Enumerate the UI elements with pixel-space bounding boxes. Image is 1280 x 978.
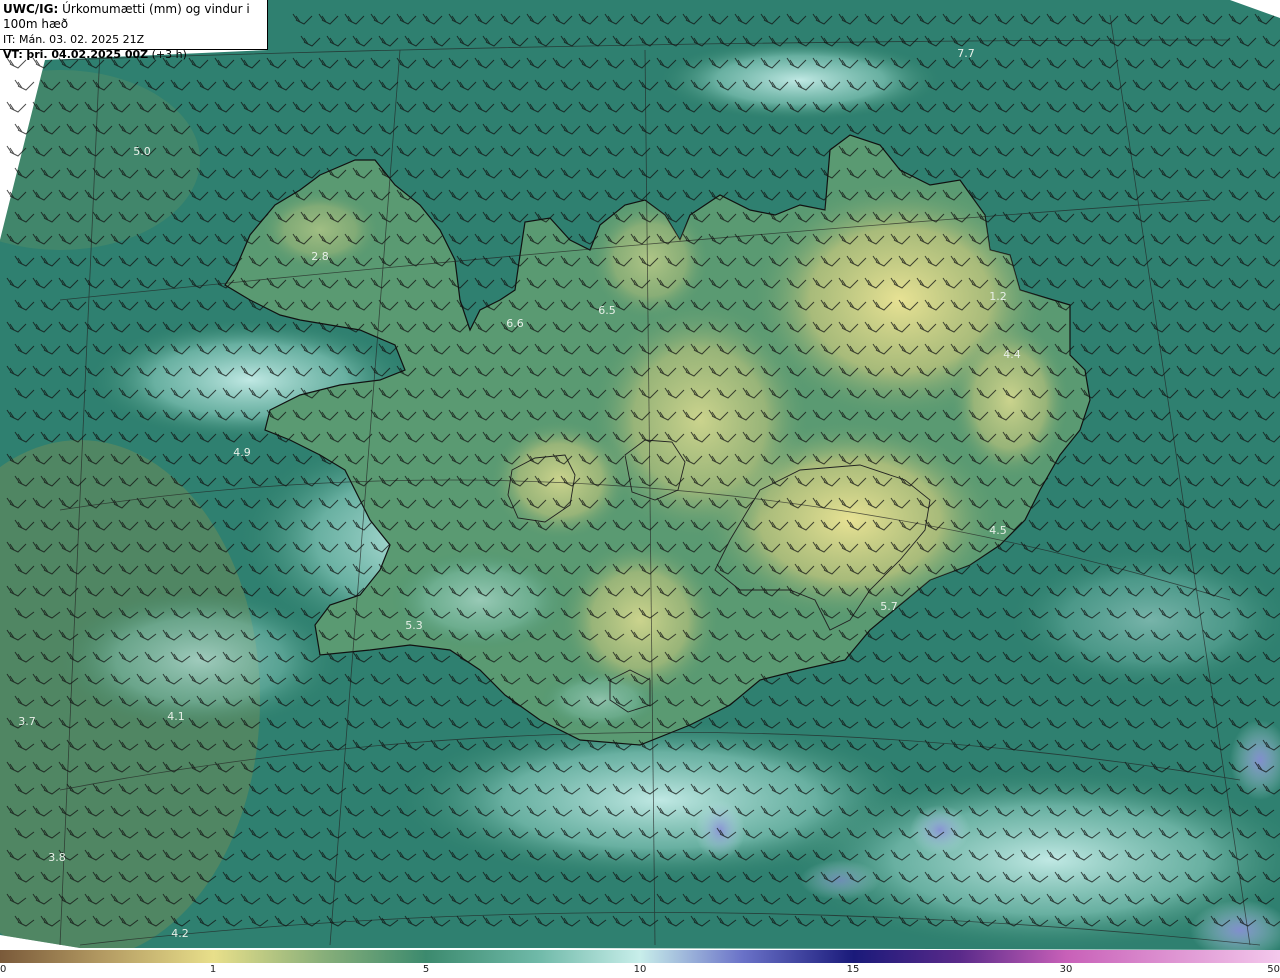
colorbar-tick-label: 10 [633,964,647,975]
station-value-label: 3.8 [48,851,66,864]
station-value-label: 5.0 [133,145,151,158]
model-name: UWC/IG: [3,2,59,16]
station-value-label: 5.7 [880,600,898,613]
station-value-label: 1.2 [989,290,1007,303]
wind-barb [14,79,35,91]
colorbar-tick-label: 15 [846,964,860,975]
colorbar-gradient [0,950,1280,963]
colorbar-tick-labels: 0 1 5 10 15 30 50 [0,963,1280,978]
valid-label: VT: [3,48,23,61]
station-value-label: 4.4 [1003,348,1021,361]
station-value-label: 4.5 [989,524,1007,537]
colorbar-tick-label: 50 [1267,964,1280,975]
init-time: IT: Mán. 03. 02. 2025 21Z [3,33,145,46]
station-value-label: 3.7 [18,715,36,728]
station-value-label: 4.9 [233,446,251,459]
colorbar-tick-label: 30 [1059,964,1073,975]
colorbar-tick-label: 0 [0,964,7,975]
station-value-label: 4.1 [167,710,185,723]
wind-barb [6,101,27,113]
colorbar-tick-label: 5 [422,964,430,975]
weather-map[interactable]: 5.0 7.7 2.8 6.6 6.5 1.2 4.4 4.9 4.5 5.7 5.3 3.7 4.1 3… [0,0,1280,978]
valid-time: þri. 04.02.2025 00Z [26,48,149,61]
colorbar-tick-label: 1 [209,964,217,975]
map-header: UWC/IG: Úrkomumætti (mm) og vindur i 100… [0,0,268,61]
station-value-label: 5.3 [405,619,423,632]
lead-time: (+3 h) [151,48,187,61]
station-value-label: 7.7 [957,47,975,60]
map-canvas[interactable]: 5.0 7.7 2.8 6.6 6.5 1.2 4.4 4.9 4.5 5.7 5.3 3.7 4.1 3… [0,0,1280,978]
station-value-label: 6.5 [598,304,616,317]
station-value-label: 6.6 [506,317,524,330]
station-value-label: 4.2 [171,927,189,940]
station-value-label: 2.8 [311,250,329,263]
colorbar [0,950,1280,963]
